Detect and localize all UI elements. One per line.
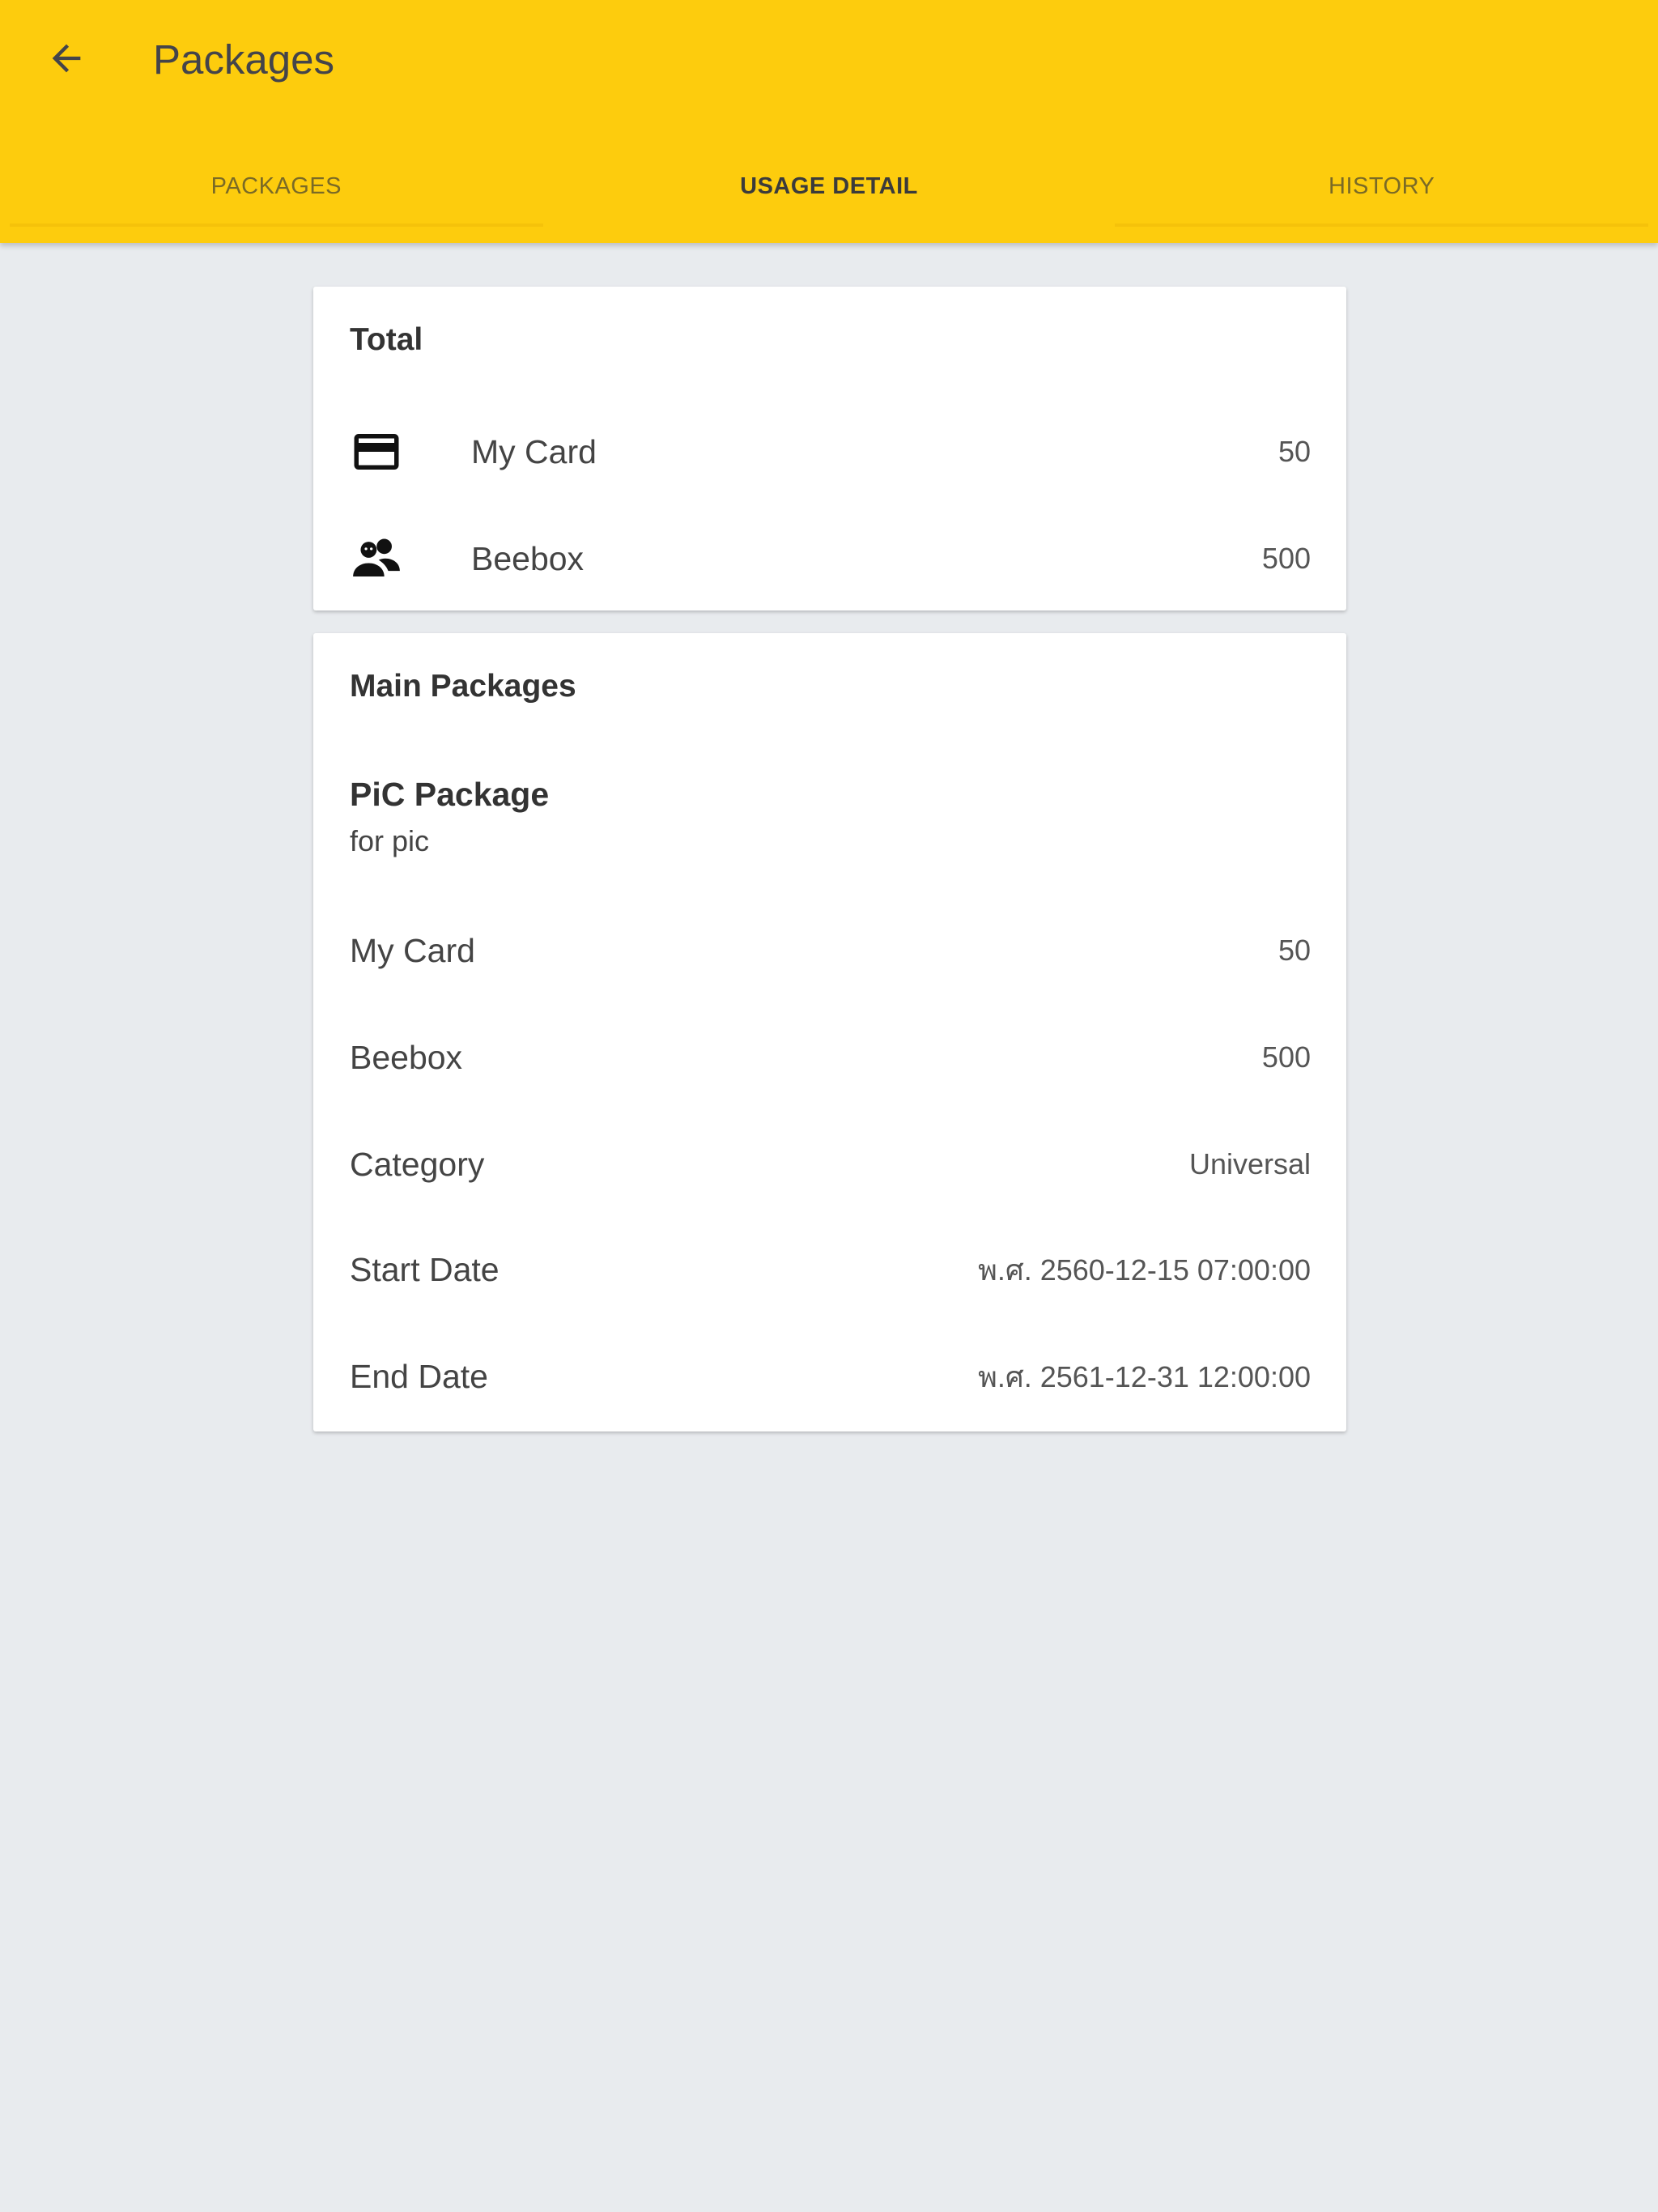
credit-card-icon [350, 425, 403, 479]
app-bar: Packages PACKAGES USAGE DETAIL HISTORY [0, 0, 1658, 243]
detail-value: 500 [1261, 1040, 1311, 1074]
detail-label: Beebox [350, 1038, 463, 1076]
total-card: Total My Card 50 Beebox 500 [313, 287, 1346, 610]
detail-label: My Card [350, 931, 475, 969]
detail-label: End Date [350, 1357, 488, 1395]
package-description: for pic [350, 824, 430, 857]
detail-value: 50 [1278, 934, 1311, 967]
total-item-value: 50 [1278, 435, 1311, 468]
detail-row-start-date: Start Date พ.ศ. 2560-12-15 07:00:00 [313, 1216, 1346, 1323]
total-item-label: Beebox [471, 539, 585, 577]
tab-divider [563, 223, 1096, 227]
main-packages-card: Main Packages PiC Package for pic My Car… [313, 633, 1346, 1431]
detail-value: พ.ศ. 2561-12-31 12:00:00 [978, 1359, 1311, 1393]
detail-row-beebox: Beebox 500 [313, 1004, 1346, 1111]
tab-label: PACKAGES [210, 172, 342, 199]
tab-history[interactable]: HISTORY [1105, 146, 1658, 227]
tab-packages[interactable]: PACKAGES [0, 146, 553, 227]
tab-divider [10, 223, 543, 227]
detail-label: Start Date [350, 1250, 500, 1288]
total-card-title: Total [350, 322, 423, 357]
page-title: Packages [153, 36, 334, 83]
detail-label: Category [350, 1145, 485, 1183]
total-item-value: 500 [1261, 542, 1311, 575]
detail-row-my-card: My Card 50 [313, 897, 1346, 1004]
tab-label: HISTORY [1329, 172, 1435, 199]
main-packages-title: Main Packages [350, 669, 576, 704]
detail-row-category: Category Universal [313, 1111, 1346, 1218]
tab-label: USAGE DETAIL [740, 172, 918, 199]
arrow-back-icon [45, 37, 87, 83]
total-row-my-card: My Card 50 [313, 398, 1346, 505]
tab-divider [1115, 223, 1649, 227]
tab-bar: PACKAGES USAGE DETAIL HISTORY [0, 146, 1658, 227]
people-icon [350, 532, 403, 585]
package-name: PiC Package [350, 776, 550, 813]
tab-usage-detail[interactable]: USAGE DETAIL [553, 146, 1106, 227]
total-item-label: My Card [471, 432, 597, 470]
total-row-beebox: Beebox 500 [313, 505, 1346, 612]
detail-value: Universal [1188, 1147, 1311, 1180]
back-button[interactable] [39, 32, 94, 87]
detail-value: พ.ศ. 2560-12-15 07:00:00 [978, 1253, 1311, 1287]
detail-row-end-date: End Date พ.ศ. 2561-12-31 12:00:00 [313, 1323, 1346, 1430]
